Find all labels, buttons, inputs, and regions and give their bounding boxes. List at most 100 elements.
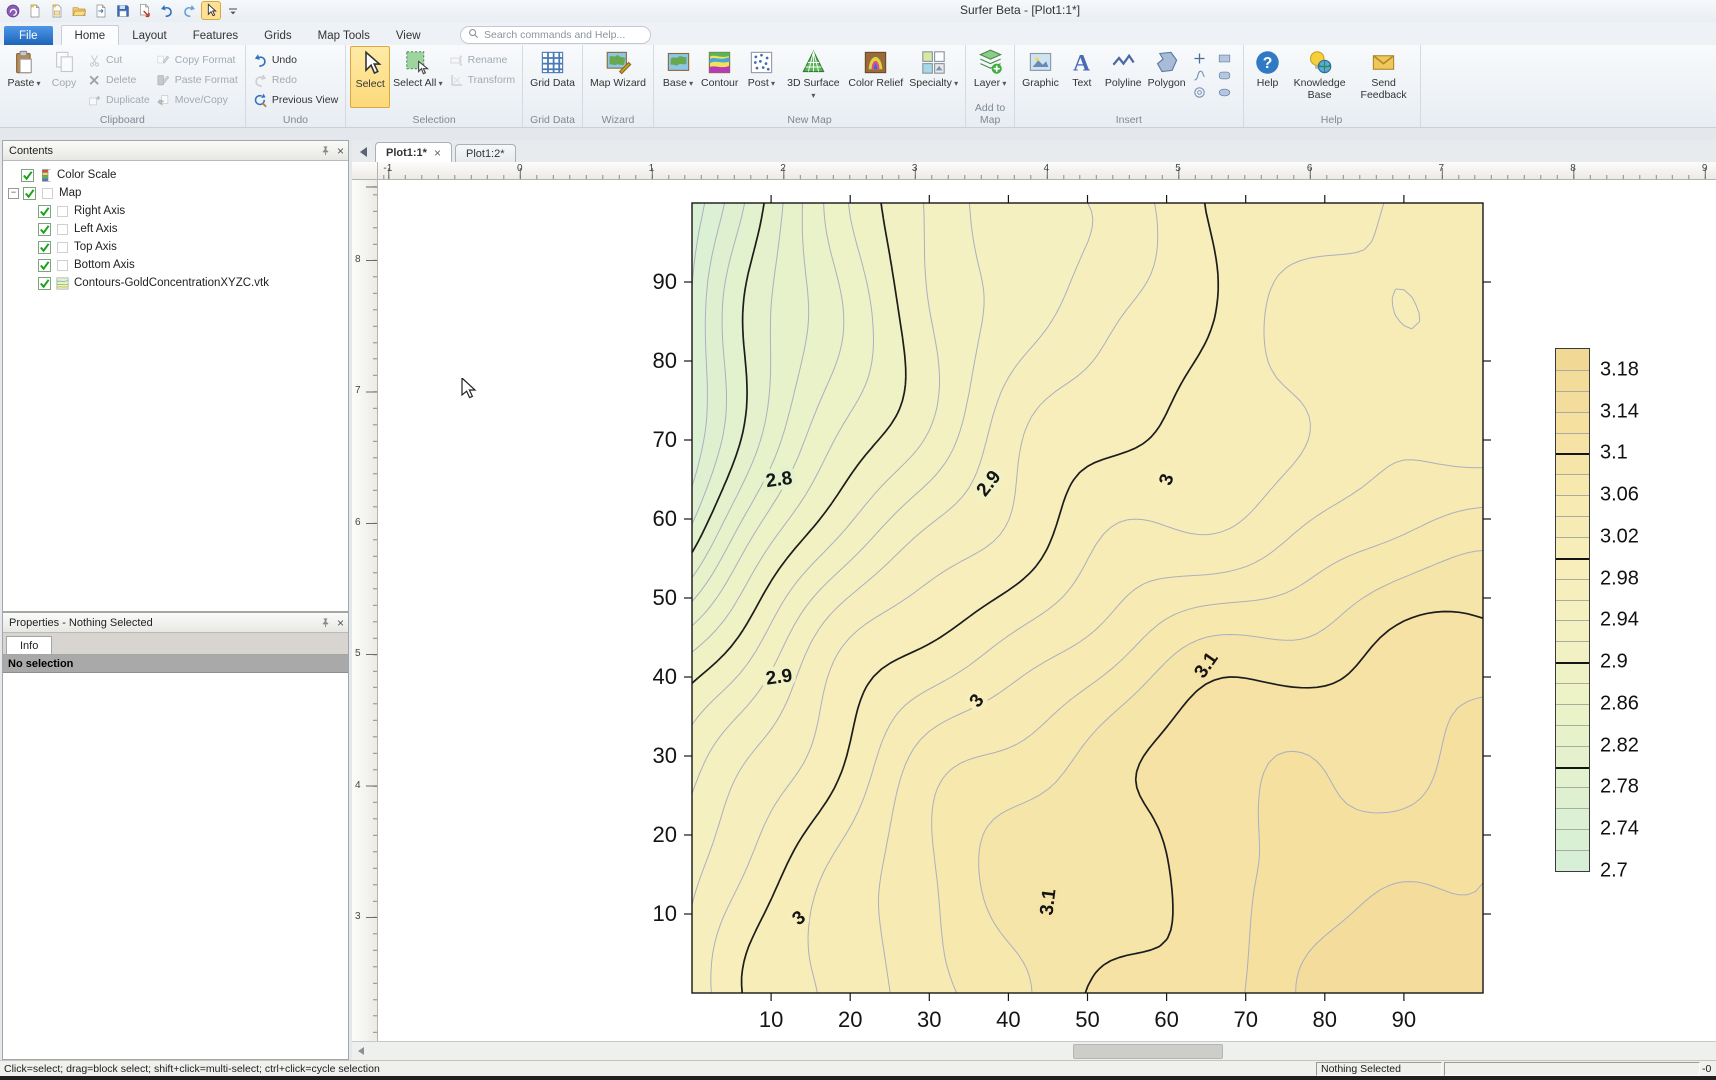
tree-item-right-axis[interactable]: Right Axis [3,202,348,220]
contents-panel: Contents × Color Scale − Map Right Axis Left… [2,140,349,612]
ribbon-button-paste[interactable]: Paste ▾ [4,46,44,108]
import-button[interactable] [91,1,111,20]
ribbon-button-copy[interactable]: Copy [44,46,84,108]
plot-canvas[interactable]: 10 20 30 40 50 60 70 80 90 10 20 30 40 50 60 70 80 90 2.8 2… [378,180,1716,1042]
svg-text:30: 30 [917,1007,941,1032]
ribbon-tab-home[interactable]: Home [60,25,120,45]
tree-item-bottom-axis[interactable]: Bottom Axis [3,256,348,274]
ribbon-button-polygon[interactable]: Polygon [1145,46,1189,108]
insert-ellipse-button[interactable] [1217,84,1236,101]
ribbon-button-post[interactable]: Post ▾ [741,46,781,108]
ribbon-tab-features[interactable]: Features [180,26,251,45]
insert-spline-button[interactable] [1192,67,1211,84]
insert-plus-button[interactable] [1192,50,1211,67]
document-tab-plot1-1[interactable]: Plot1:1* × [375,142,452,162]
checkbox-checked[interactable] [38,222,51,236]
ribbon-button-help[interactable]: ? Help [1248,46,1288,108]
tab-info[interactable]: Info [6,636,53,654]
ribbon-button-cut[interactable]: Cut [87,50,150,70]
ribbon-button-select-all[interactable]: Select All ▾ [390,46,445,108]
ribbon-button-delete[interactable]: Delete [87,70,150,90]
ribbon-button-knowledge-base[interactable]: Knowledge Base [1288,46,1352,108]
ribbon-button-polyline[interactable]: Polyline [1102,46,1145,108]
ribbon-button-copy-format[interactable]: Copy Format [156,50,238,70]
legend-cell [1556,724,1589,746]
redo-button[interactable] [179,1,199,20]
ribbon-button-grid-data[interactable]: Grid Data [527,46,578,108]
tree-item-contours-goldconcentrationxyzc-vtk[interactable]: Contours-GoldConcentrationXYZC.vtk [3,274,348,292]
ribbon-button-3d-surface[interactable]: 3D Surface ▾ [781,46,845,108]
ribbon-button-select[interactable]: Select [350,46,391,108]
mapwizard-icon [605,47,632,77]
svg-text:40: 40 [653,664,677,689]
checkbox-checked[interactable] [38,276,51,290]
ribbon-tab-layout[interactable]: Layout [119,26,180,45]
ribbon-button-graphic[interactable]: Graphic [1019,46,1062,108]
insert-circle-button[interactable] [1192,84,1211,101]
app-logo[interactable] [3,1,23,20]
ribbon-button-color-relief[interactable]: Color Relief [845,46,906,108]
collapse-icon[interactable]: − [8,187,19,199]
ribbon-button-contour[interactable]: Contour [698,46,741,108]
vertical-ruler[interactable]: 8765432 [352,180,378,1053]
ribbon-button-undo[interactable]: Undo [253,50,338,70]
checkbox-checked[interactable] [38,258,51,272]
pin-icon[interactable] [320,617,331,628]
ribbon-button-specialty[interactable]: Specialty ▾ [906,46,961,108]
tree-item-top-axis[interactable]: Top Axis [3,238,348,256]
ribbon-button-duplicate[interactable]: Duplicate [87,90,150,110]
ribbon-button-redo[interactable]: Redo [253,70,338,90]
insplus-icon [1192,51,1207,66]
ribbon-tab-view[interactable]: View [383,26,434,45]
ribbon-button-text[interactable]: A Text [1062,46,1102,108]
checkbox-checked[interactable] [21,168,34,182]
tree-item-left-axis[interactable]: Left Axis [3,220,348,238]
ribbon-tab-grids[interactable]: Grids [251,26,304,45]
open-button[interactable] [69,1,89,20]
color-scale-legend[interactable]: 3.18 3.14 3.1 3.06 3.02 2.98 2.94 2.9 2.86 2.82 2.… [1555,348,1639,882]
tab-scroll-left-icon[interactable] [360,147,367,157]
ribbon-button-move-copy[interactable]: Move/Copy [156,90,238,110]
undo-button[interactable] [157,1,177,20]
ribbon-tab-file[interactable]: File [4,26,53,45]
tree-item-map[interactable]: − Map [3,184,348,202]
ruler-mark: 0 [516,163,523,174]
ribbon-button-paste-format[interactable]: Paste Format [156,70,238,90]
no-selection-message: No selection [3,655,348,673]
contour-map[interactable]: 10 20 30 40 50 60 70 80 901020304050607080902.82… [378,180,1716,1040]
save-button[interactable] [113,1,133,20]
ribbon-button-base[interactable]: Base ▾ [658,46,698,108]
ruler-mark: 1 [648,163,655,174]
checkbox-checked[interactable] [38,204,51,218]
select-tool-button[interactable] [201,1,221,20]
svg-text:?: ? [1263,55,1273,72]
insert-rectangle-button[interactable] [1217,50,1236,67]
search-input[interactable]: Search commands and Help... [460,26,651,44]
ribbon-button-previous-view[interactable]: Previous View [253,90,338,110]
svg-text:70: 70 [653,427,677,452]
new-from-template-button[interactable] [47,1,67,20]
export-button[interactable] [135,1,155,20]
ribbon-button-send-feedback[interactable]: Send Feedback [1352,46,1416,108]
checkbox-checked[interactable] [23,186,36,200]
ribbon-button-layer[interactable]: Layer ▾ [970,46,1010,108]
close-icon[interactable]: × [337,145,344,157]
svg-text:80: 80 [1313,1007,1337,1032]
ribbon-tab-map-tools[interactable]: Map Tools [305,26,383,45]
close-icon[interactable]: × [337,617,344,629]
horizontal-scrollbar[interactable] [352,1041,1716,1060]
horizontal-ruler[interactable]: -1 0 1 2 3 4 5 6 7 8 9 [378,162,1716,180]
document-tab-plot1-2[interactable]: Plot1:2* [454,144,516,162]
customize-quick-access-button[interactable] [223,1,243,20]
ribbon-button-transform[interactable]: Transform [449,70,515,90]
checkbox-checked[interactable] [38,240,51,254]
insert-rounded-rectangle-button[interactable] [1217,67,1236,84]
ribbon-button-map-wizard[interactable]: Map Wizard [587,46,649,108]
scroll-left-icon[interactable] [358,1047,364,1055]
ribbon-button-rename[interactable]: Rename [449,50,515,70]
close-tab-icon[interactable]: × [434,146,441,160]
tree-item-color-scale[interactable]: Color Scale [3,166,348,184]
pin-icon[interactable] [320,145,331,156]
scrollbar-thumb[interactable] [1073,1044,1223,1059]
new-plot-button[interactable] [25,1,45,20]
